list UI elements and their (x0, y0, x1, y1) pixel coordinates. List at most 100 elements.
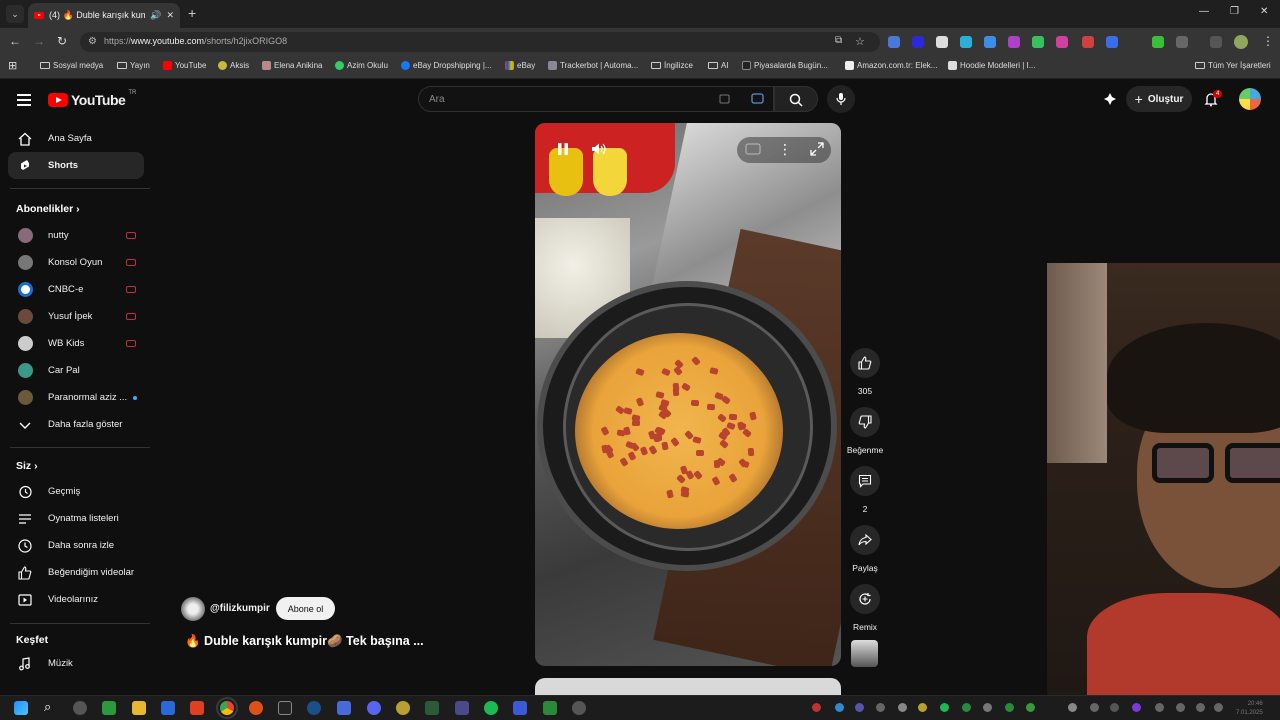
extension-icon[interactable] (1056, 36, 1068, 48)
speaker-icon[interactable] (1196, 703, 1205, 712)
site-info-icon[interactable]: ⚙ (88, 36, 97, 47)
extension-icon[interactable] (912, 36, 924, 48)
close-window-icon[interactable]: ✕ (1260, 6, 1268, 17)
you-heading[interactable]: Siz › (16, 460, 38, 472)
all-bookmarks-folder[interactable]: Tüm Yer İşaretleri (1195, 61, 1271, 70)
tray-icon[interactable] (962, 703, 971, 712)
restore-icon[interactable]: ❐ (1230, 6, 1239, 17)
back-icon[interactable]: ← (9, 34, 21, 48)
extension-icon[interactable] (1082, 36, 1094, 48)
brave-icon[interactable] (190, 701, 204, 715)
tray-icon[interactable] (876, 703, 885, 712)
app-icon[interactable] (249, 701, 263, 715)
minimize-icon[interactable]: — (1199, 6, 1209, 17)
app-icon[interactable] (73, 701, 87, 715)
show-more-button[interactable]: Daha fazla göster (8, 411, 144, 438)
apps-grid-icon[interactable]: ⊞ (8, 59, 17, 72)
channel-handle[interactable]: @filizkumpir (210, 603, 270, 614)
sidebar-item-history[interactable]: Geçmiş (8, 478, 144, 505)
tray-icon[interactable] (855, 703, 864, 712)
remix-button[interactable] (850, 584, 880, 614)
extension-icon[interactable] (1106, 36, 1118, 48)
search-image-icon[interactable] (751, 92, 765, 106)
app-icon[interactable] (543, 701, 557, 715)
tray-icon[interactable] (1090, 703, 1099, 712)
bookmark-link[interactable]: Amazon.com.tr: Elek... (845, 61, 937, 70)
dislike-action[interactable]: Beğenme (847, 407, 883, 455)
epic-games-icon[interactable] (278, 701, 292, 715)
comments-button[interactable] (850, 466, 880, 496)
gemini-sparkle-icon[interactable] (1103, 92, 1117, 106)
windows-start-icon[interactable] (14, 701, 28, 715)
sidebar-item-home[interactable]: Ana Sayfa (8, 125, 144, 152)
create-button[interactable]: + Oluştur (1126, 86, 1192, 112)
reload-icon[interactable]: ↻ (57, 34, 67, 48)
tray-icon[interactable] (835, 703, 844, 712)
tab-search-icon[interactable]: ⌄ (6, 5, 24, 23)
app-icon[interactable] (337, 701, 351, 715)
tray-icon[interactable] (898, 703, 907, 712)
discord-icon[interactable] (367, 701, 381, 715)
tray-icon[interactable] (812, 703, 821, 712)
bookmark-link[interactable]: Hoodie Modelleri | I... (948, 61, 1035, 70)
captions-icon[interactable] (741, 137, 765, 161)
bookmark-folder[interactable]: Sosyal medya (40, 61, 103, 70)
sidebar-item-music[interactable]: Müzik (8, 650, 144, 677)
speaker-icon[interactable]: 🔊 (150, 10, 161, 21)
steam-icon[interactable] (307, 701, 321, 715)
new-tab-button[interactable]: + (188, 6, 196, 20)
extension-icon[interactable] (960, 36, 972, 48)
tray-icon[interactable] (983, 703, 992, 712)
app-icon[interactable] (396, 701, 410, 715)
spotify-icon[interactable] (484, 701, 498, 715)
forward-icon[interactable]: → (33, 34, 45, 48)
bookmark-folder[interactable]: İngilizce (651, 61, 693, 70)
extension-icon[interactable] (1008, 36, 1020, 48)
extensions-puzzle-icon[interactable] (1176, 36, 1188, 48)
sidebar-channel[interactable]: Paranormal aziz ... (8, 384, 144, 411)
bookmark-link[interactable]: Elena Anikina (262, 61, 322, 70)
remix-action[interactable]: Remix (847, 584, 883, 632)
bookmark-link[interactable]: eBay Dropshipping |... (401, 61, 492, 70)
sidebar-channel[interactable]: Yusuf İpek (8, 303, 144, 330)
tray-icon[interactable] (1005, 703, 1014, 712)
bookmark-folder[interactable]: Yayın (117, 61, 150, 70)
close-tab-icon[interactable]: ✕ (166, 10, 174, 21)
bookmark-link[interactable]: YouTube (163, 61, 206, 70)
dislike-button[interactable] (850, 407, 880, 437)
bookmark-link[interactable]: eBay (505, 61, 535, 70)
hamburger-menu-icon[interactable] (17, 94, 31, 109)
fullscreen-icon[interactable] (805, 137, 829, 161)
store-icon[interactable] (161, 701, 175, 715)
sidebar-channel[interactable]: CNBC-e (8, 276, 144, 303)
omnibox[interactable]: ⚙ https://www.youtube.com/shorts/h2jixOR… (80, 32, 880, 52)
chrome-menu-icon[interactable]: ⋮ (1262, 34, 1274, 48)
taskbar-clock[interactable]: 20:46 7.01.2025 (1236, 700, 1263, 718)
translate-extension-icon[interactable] (888, 36, 900, 48)
more-options-icon[interactable]: ⋮ (773, 137, 797, 161)
browser-tab-active[interactable]: (4) 🔥 Duble karışık kumpir 🔊 ✕ (28, 3, 180, 28)
search-input[interactable]: Ara (418, 86, 774, 112)
sound-thumbnail[interactable] (851, 640, 878, 667)
pause-icon[interactable] (551, 137, 575, 161)
sidebar-channel[interactable]: nutty (8, 222, 144, 249)
sidebar-channel[interactable]: WB Kids (8, 330, 144, 357)
voice-search-button[interactable] (827, 85, 855, 113)
sidebar-channel[interactable]: Konsol Oyun (8, 249, 144, 276)
app-icon[interactable] (572, 701, 586, 715)
keyboard-translit-icon[interactable] (719, 93, 731, 105)
volume-icon[interactable] (1214, 703, 1223, 712)
share-button[interactable] (850, 525, 880, 555)
xbox-icon[interactable] (102, 701, 116, 715)
extension-icon[interactable] (1152, 36, 1164, 48)
app-icon[interactable] (425, 701, 439, 715)
chrome-icon[interactable] (216, 697, 238, 719)
sidebar-item-shorts[interactable]: Shorts (8, 152, 144, 179)
tray-icon[interactable] (1068, 703, 1077, 712)
tray-icon[interactable] (940, 703, 949, 712)
like-button[interactable] (850, 348, 880, 378)
install-app-icon[interactable]: ⧉ (835, 35, 842, 46)
sidebar-item-playlists[interactable]: Oynatma listeleri (8, 505, 144, 532)
comments-action[interactable]: 2 (847, 466, 883, 514)
search-button[interactable] (774, 86, 818, 112)
